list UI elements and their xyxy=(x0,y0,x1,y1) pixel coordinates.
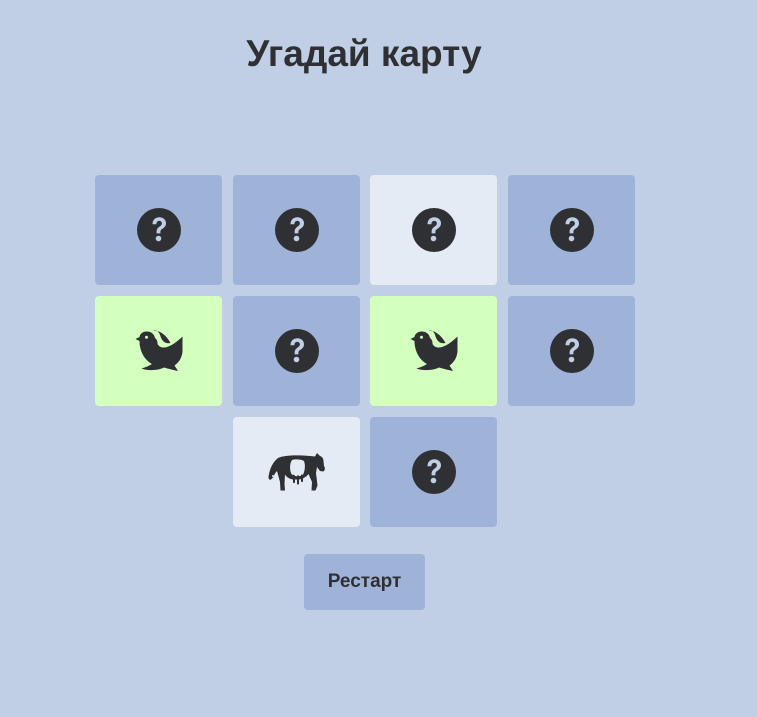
question-icon xyxy=(411,207,457,253)
question-icon xyxy=(549,328,595,374)
card[interactable] xyxy=(95,296,222,406)
page-title: Угадай карту xyxy=(246,33,482,74)
card[interactable] xyxy=(370,175,497,285)
question-icon xyxy=(274,207,320,253)
card[interactable] xyxy=(233,175,360,285)
dove-icon xyxy=(135,330,183,372)
question-icon xyxy=(549,207,595,253)
question-icon xyxy=(136,207,182,253)
card[interactable] xyxy=(508,175,635,285)
card[interactable] xyxy=(95,175,222,285)
question-icon xyxy=(411,449,457,495)
card[interactable] xyxy=(370,296,497,406)
card[interactable] xyxy=(370,417,497,527)
dove-icon xyxy=(410,330,458,372)
card[interactable] xyxy=(233,417,360,527)
question-icon xyxy=(274,328,320,374)
restart-button[interactable]: Рестарт xyxy=(304,554,425,610)
card[interactable] xyxy=(508,296,635,406)
cow-icon xyxy=(268,452,326,492)
card[interactable] xyxy=(233,296,360,406)
